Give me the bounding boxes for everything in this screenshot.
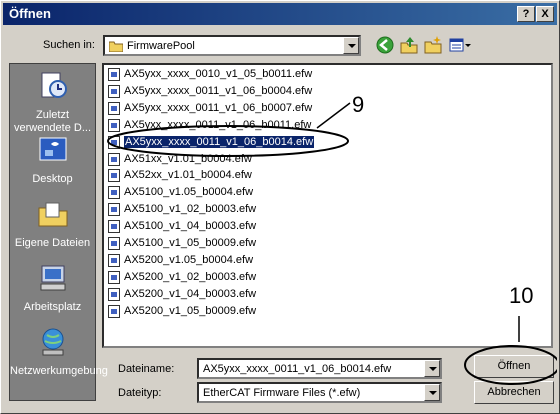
file-name: AX5100_v1_04_b0003.efw: [124, 220, 257, 233]
place-label: Desktop: [32, 173, 73, 185]
lookin-value: FirmwarePool: [127, 40, 195, 52]
help-button[interactable]: ?: [517, 6, 535, 22]
efw-file-icon: [108, 253, 120, 267]
efw-file-icon: [108, 270, 120, 284]
recent-documents-icon: [41, 72, 67, 98]
efw-file-icon: [108, 304, 120, 318]
file-name: AX5200_v1.05_b0004.efw: [124, 253, 254, 266]
place-network[interactable]: Netzwerkumgebung: [10, 326, 108, 378]
folder-icon: [109, 41, 123, 52]
chevron-down-icon[interactable]: [424, 360, 440, 377]
place-desktop[interactable]: Desktop: [10, 134, 95, 186]
place-label: Arbeitsplatz: [23, 301, 82, 313]
efw-file-icon: [108, 237, 120, 250]
lookin-label: Suchen in:: [43, 39, 95, 51]
back-icon[interactable]: [375, 35, 395, 55]
annotation-overlay: [107, 102, 351, 157]
lookin-combo[interactable]: FirmwarePool: [103, 35, 361, 56]
file-name: AX5100_v1_02_b0003.efw: [124, 203, 257, 216]
file-name: AX5200_v1_02_b0003.efw: [124, 270, 257, 283]
file-callout-line: [316, 102, 351, 129]
efw-file-icon: [108, 186, 120, 200]
file-callout-number: 9: [352, 92, 365, 117]
filetype-value: EtherCAT Firmware Files (*.efw): [203, 387, 361, 399]
close-button[interactable]: X: [536, 6, 554, 22]
my-documents-icon: [38, 202, 67, 227]
open-dialog: Öffnen ? X Suchen in: FirmwarePool Zulet…: [0, 0, 560, 414]
file-name: AX5200_v1_05_b0009.efw: [124, 304, 257, 317]
place-my-documents[interactable]: Eigene Dateien: [10, 198, 95, 250]
place-my-computer[interactable]: Arbeitsplatz: [10, 262, 95, 314]
my-computer-icon: [40, 265, 65, 291]
place-label: Zuletzt verwendete D...: [13, 109, 92, 134]
title-bar: Öffnen ? X: [3, 3, 557, 25]
filename-value: AX5yxx_xxxx_0011_v1_06_b0014.efw: [203, 363, 392, 375]
filetype-select[interactable]: EtherCAT Firmware Files (*.efw): [197, 382, 442, 403]
filename-field[interactable]: AX5yxx_xxxx_0011_v1_06_b0014.efw: [197, 358, 442, 379]
chevron-down-icon[interactable]: [424, 384, 440, 401]
efw-file-icon: [108, 203, 120, 217]
open-callout-overlay: [464, 316, 557, 385]
file-callout-ellipse: [107, 125, 349, 157]
window-title: Öffnen: [9, 6, 51, 21]
open-callout-ellipse: [464, 345, 557, 385]
chevron-down-icon[interactable]: [343, 37, 359, 54]
file-name: AX5200_v1_04_b0003.efw: [124, 287, 257, 300]
desktop-icon: [39, 137, 66, 161]
file-name: AX5100_v1.05_b0004.efw: [124, 186, 254, 199]
view-menu-icon[interactable]: [448, 35, 472, 55]
network-icon: [42, 328, 63, 356]
places-bar: Zuletzt verwendete D... Desktop Eigene D…: [9, 63, 108, 401]
place-label: Eigene Dateien: [14, 237, 91, 249]
open-callout-number: 10: [509, 283, 534, 308]
place-recent[interactable]: Zuletzt verwendete D...: [10, 70, 95, 135]
new-folder-icon[interactable]: [423, 35, 443, 55]
up-folder-icon[interactable]: [399, 35, 419, 55]
file-name: AX5100_v1_05_b0009.efw: [124, 237, 257, 249]
efw-file-icon: [108, 287, 120, 301]
place-label: Netzwerkumgebung: [10, 365, 108, 377]
efw-file-icon: [108, 220, 120, 234]
filetype-label: Dateityp:: [118, 387, 162, 399]
filename-label: Dateiname:: [118, 363, 175, 375]
